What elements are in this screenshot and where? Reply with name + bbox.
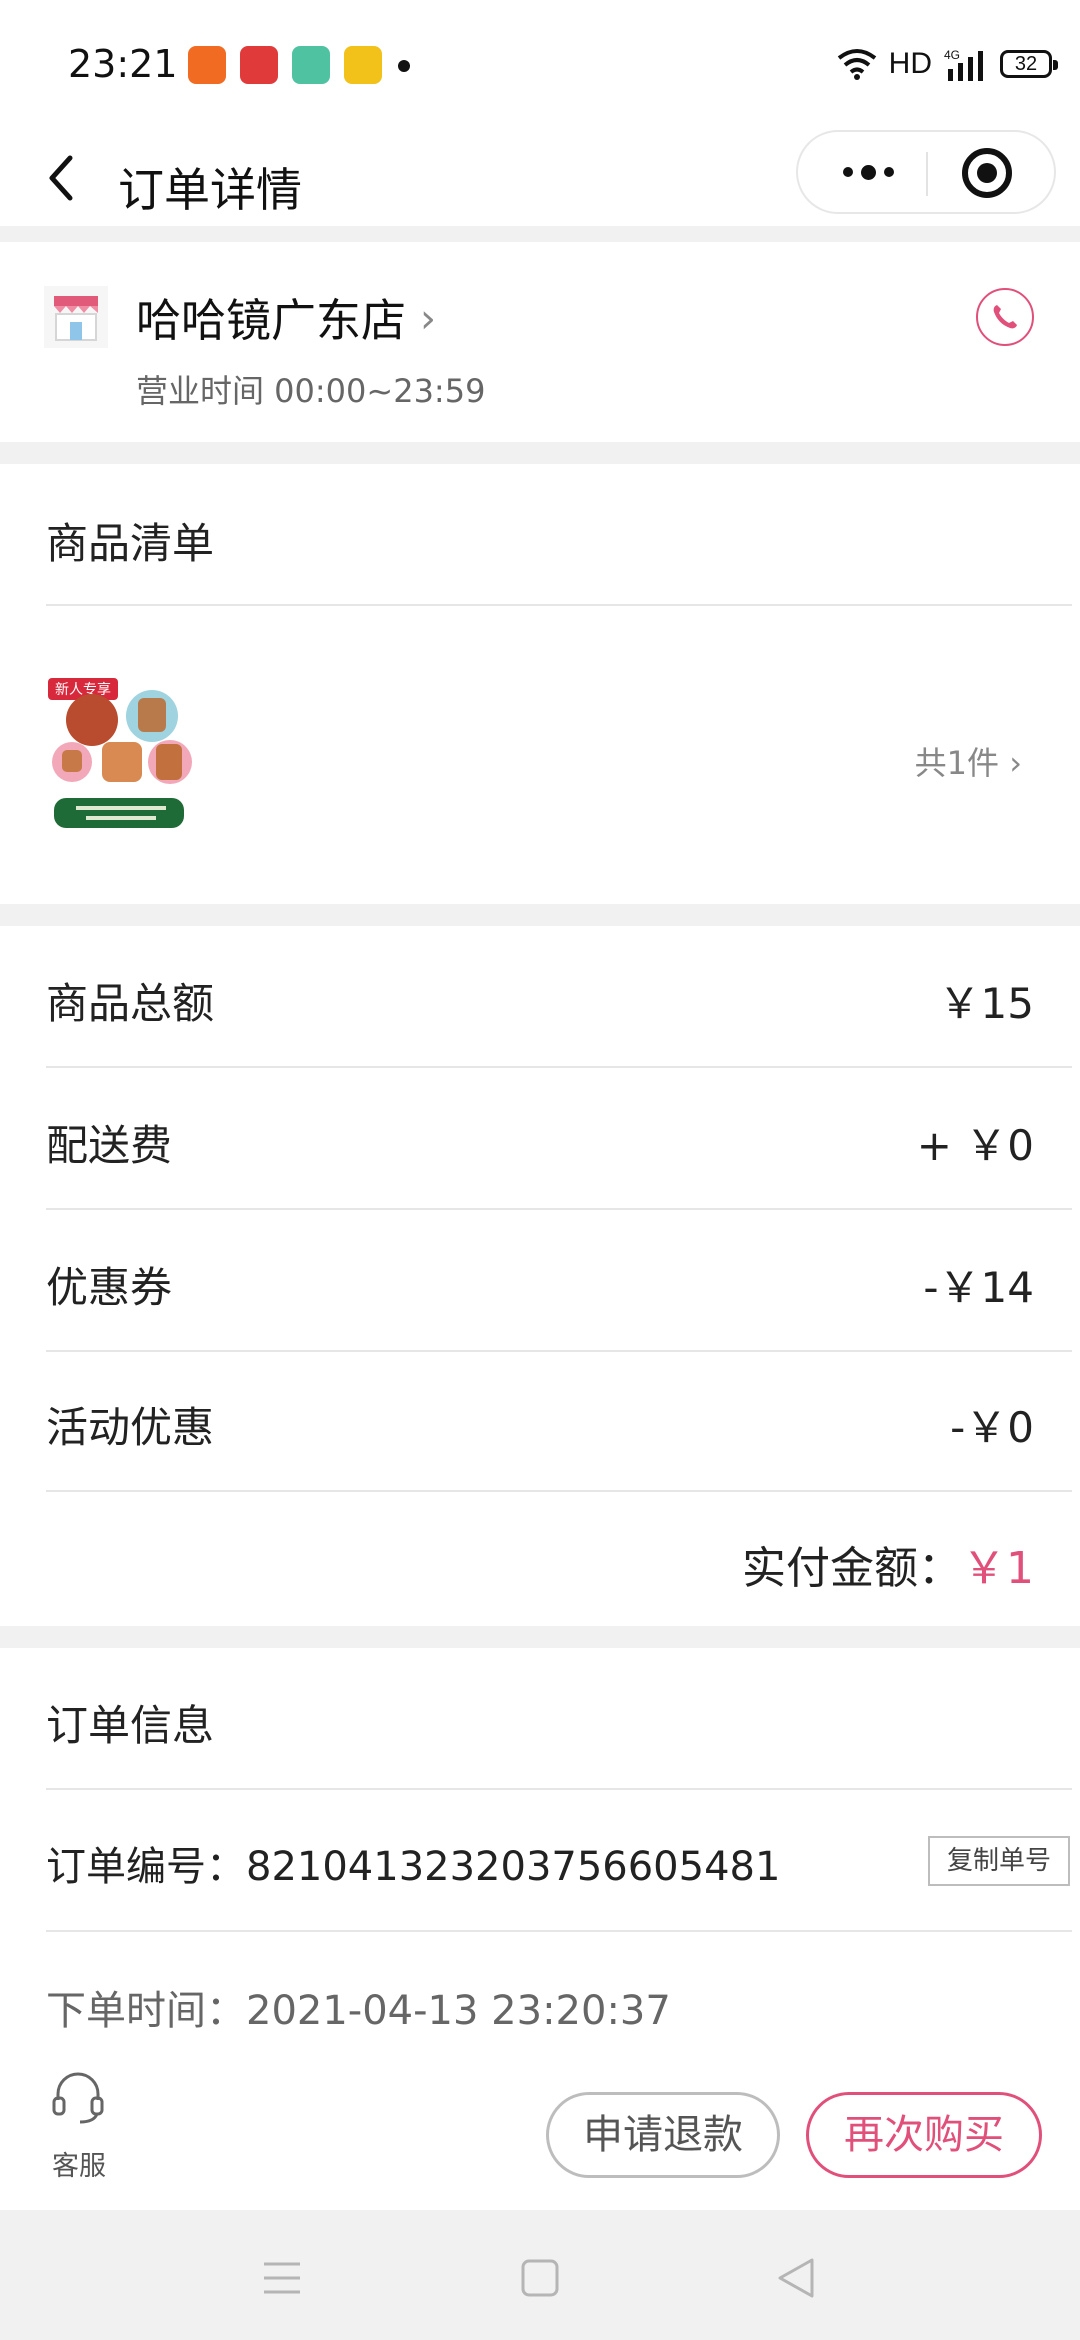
store-logo-icon: [44, 286, 108, 348]
nav-bar: 订单详情: [0, 130, 1080, 226]
divider: [46, 1350, 1072, 1352]
order-number: 订单编号：8210413232037566054­81: [46, 1844, 781, 1890]
home-icon[interactable]: [520, 2258, 560, 2298]
subtotal-label: 商品总额: [46, 979, 215, 1028]
more-notifications-icon: [398, 60, 410, 72]
section-title: 订单信息: [46, 1701, 215, 1750]
subtotal-value: ￥15: [938, 979, 1034, 1028]
divider: [46, 1788, 1072, 1790]
miniprogram-capsule: [796, 130, 1056, 214]
copy-order-number-button[interactable]: 复制单号: [928, 1836, 1070, 1886]
item-count-label: 共1件: [914, 744, 1000, 782]
note-app-icon: [344, 46, 382, 84]
network-label: HD: [888, 47, 932, 80]
item-count-link[interactable]: 共1件 ›: [915, 738, 1022, 784]
capsule-divider: [926, 152, 928, 196]
divider: [46, 1930, 1072, 1932]
customer-service-label[interactable]: 客服: [52, 2144, 106, 2183]
menu-icon[interactable]: [262, 2260, 302, 2296]
signal-4g-icon: 4G: [944, 48, 983, 81]
phone-call-button[interactable]: [976, 288, 1034, 346]
rebuy-button[interactable]: 再次购买: [806, 2092, 1042, 2178]
product-thumbnail[interactable]: 新人专享: [46, 674, 202, 834]
bottom-action-bar: 客服 申请退款 再次购买: [0, 2040, 1080, 2210]
store-card: 哈哈镜广东店 › 营业时间 00:00~23:59: [0, 242, 1080, 442]
order-info-card: 订单信息 订单编号：8210413232037566054­81 复制单号 下单…: [0, 1648, 1080, 2088]
promotion-label: 活动优惠: [46, 1403, 215, 1452]
delivery-fee-label: 配送费: [46, 1121, 173, 1170]
coupon-value: -￥14: [923, 1263, 1034, 1312]
wifi-icon: [837, 49, 876, 80]
total-paid-label: 实付金额：: [742, 1543, 962, 1594]
product-badge: 新人专享: [55, 681, 111, 698]
divider: [46, 1066, 1072, 1068]
back-arrow-icon[interactable]: [42, 152, 82, 204]
status-time: 23:21: [68, 42, 178, 86]
back-triangle-icon[interactable]: [776, 2256, 816, 2300]
svg-text:4G: 4G: [944, 48, 960, 62]
system-nav-bar: [0, 2210, 1080, 2340]
promotion-value: -￥0: [950, 1403, 1034, 1452]
refund-button[interactable]: 申请退款: [546, 2092, 780, 2178]
order-time: 下单时间：2021-04-13 23:20:37: [46, 1988, 671, 2034]
kuaishou-icon: [188, 46, 226, 84]
phone-icon: [993, 305, 1017, 329]
amount-summary-card: 商品总额 ￥15 配送费 + ￥0 优惠券 -￥14 活动优惠 -￥0 实付金额…: [0, 926, 1080, 1626]
status-indicators: HD 4G 32: [837, 44, 1058, 84]
divider: [46, 1490, 1072, 1492]
store-hours: 营业时间 00:00~23:59: [136, 372, 486, 410]
chevron-right-icon[interactable]: ›: [420, 296, 436, 342]
divider: [46, 604, 1072, 606]
close-miniprogram-icon[interactable]: [962, 148, 1012, 198]
status-bar: 23:21 HD 4G 32: [0, 0, 1080, 130]
section-title: 商品清单: [46, 519, 215, 568]
total-paid: 实付金额：￥1: [742, 1532, 1034, 1596]
netease-music-icon: [240, 46, 278, 84]
page-title: 订单详情: [118, 163, 302, 217]
battery-icon: 32: [1000, 50, 1058, 78]
product-list-card: 商品清单 新人专享 共1件 ›: [0, 464, 1080, 904]
divider: [46, 1208, 1072, 1210]
store-name[interactable]: 哈哈镜广东店: [136, 284, 406, 349]
total-paid-amount: ￥1: [962, 1543, 1034, 1594]
delivery-fee-value: + ￥0: [916, 1121, 1034, 1170]
coupon-label: 优惠券: [46, 1263, 173, 1312]
book-app-icon: [292, 46, 330, 84]
more-options-icon[interactable]: [828, 132, 908, 212]
headset-icon[interactable]: [48, 2068, 108, 2128]
